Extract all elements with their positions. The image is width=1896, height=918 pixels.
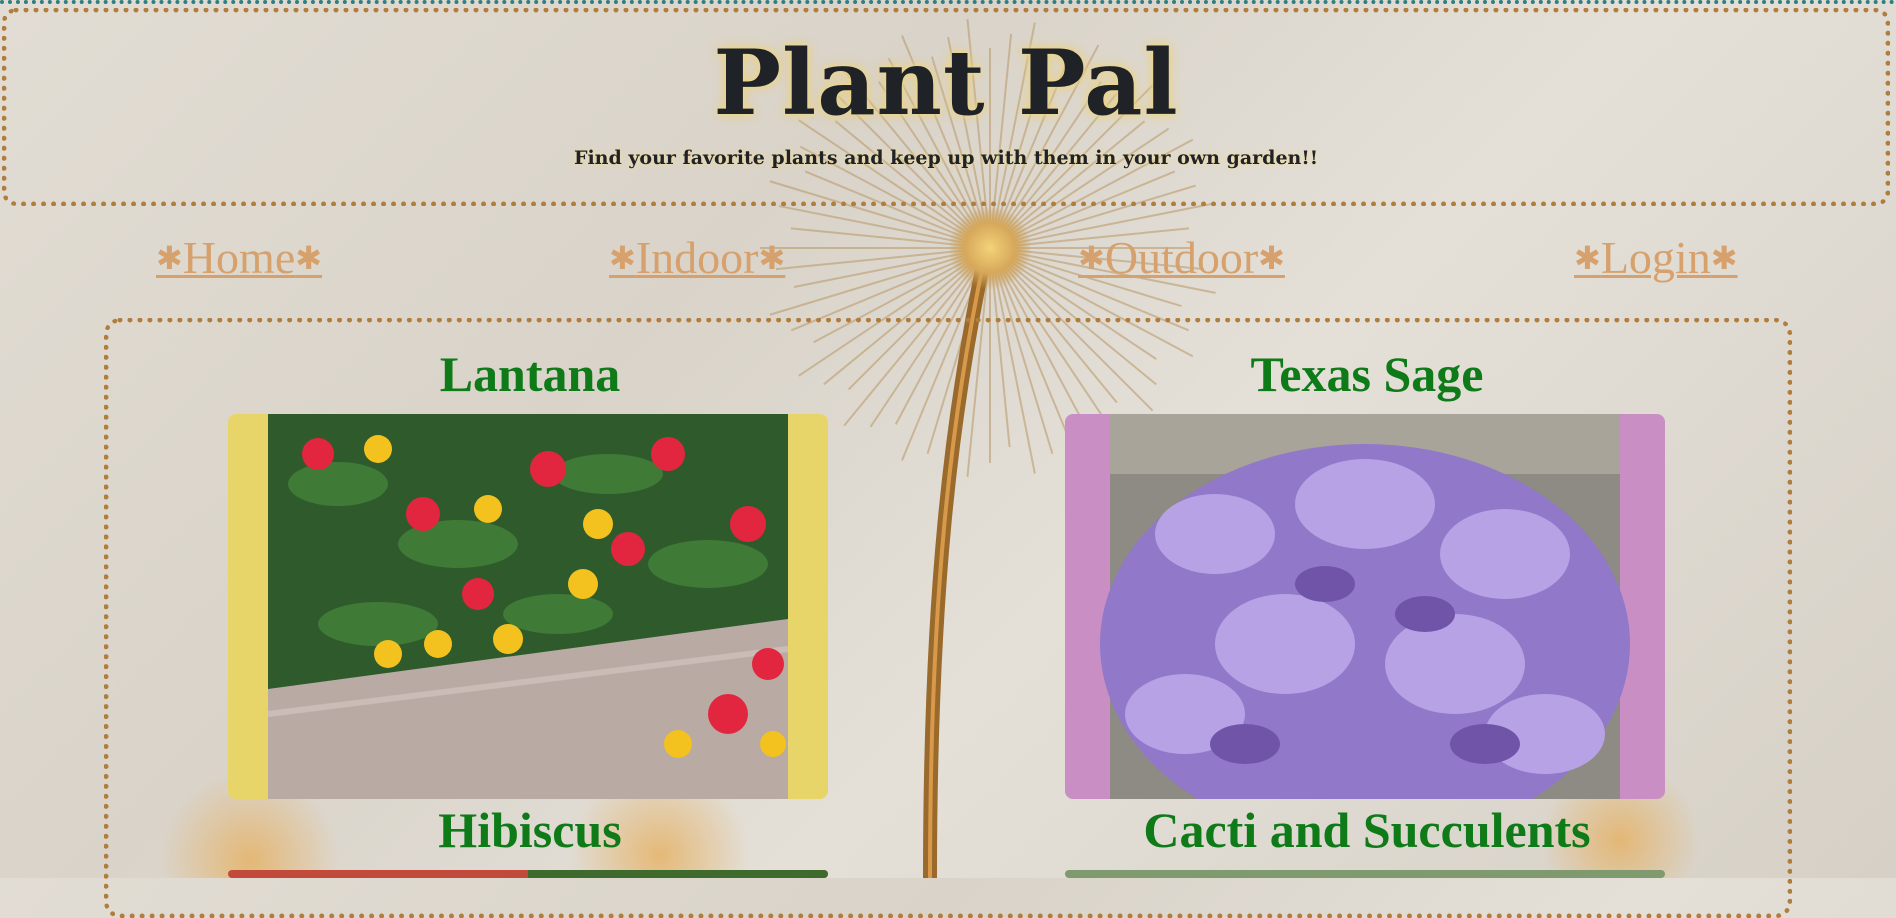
star-icon: ✱ bbox=[1258, 240, 1285, 276]
nav-link-label: Indoor bbox=[635, 232, 759, 283]
nav-link-home[interactable]: ✱Home✱ bbox=[156, 230, 322, 286]
nav-link-label: Outdoor bbox=[1104, 232, 1259, 283]
plant-image-hibiscus[interactable] bbox=[228, 870, 828, 878]
site-title: Plant Pal bbox=[713, 30, 1179, 136]
nav-link-label: Home bbox=[182, 232, 296, 283]
star-icon: ✱ bbox=[156, 240, 183, 276]
plant-image-lantana[interactable] bbox=[228, 414, 828, 799]
plant-image-cacti-and-succulents[interactable] bbox=[1065, 870, 1665, 878]
plant-title-lantana: Lantana bbox=[439, 346, 621, 402]
star-icon: ✱ bbox=[609, 240, 636, 276]
nav-link-label: Login bbox=[1600, 232, 1711, 283]
nav-link-indoor[interactable]: ✱Indoor✱ bbox=[609, 230, 785, 286]
star-icon: ✱ bbox=[1078, 240, 1105, 276]
star-icon: ✱ bbox=[295, 240, 323, 276]
star-icon: ✱ bbox=[758, 240, 786, 276]
nav-link-outdoor[interactable]: ✱Outdoor✱ bbox=[1078, 230, 1285, 286]
plant-image-texas-sage[interactable] bbox=[1065, 414, 1665, 799]
plant-title-texas-sage: Texas Sage bbox=[1250, 346, 1484, 402]
site-header: Plant Pal Find your favorite plants and … bbox=[2, 8, 1890, 206]
top-border bbox=[0, 0, 1896, 4]
main-nav: ✱Home✱ ✱Indoor✱ ✱Outdoor✱ ✱Login✱ bbox=[0, 230, 1896, 290]
plant-title-cacti-and-succulents: Cacti and Succulents bbox=[1143, 802, 1591, 858]
site-tagline: Find your favorite plants and keep up wi… bbox=[573, 147, 1319, 169]
star-icon: ✱ bbox=[1710, 240, 1738, 276]
nav-link-login[interactable]: ✱Login✱ bbox=[1574, 230, 1738, 286]
plant-title-hibiscus: Hibiscus bbox=[438, 802, 622, 858]
star-icon: ✱ bbox=[1574, 240, 1601, 276]
